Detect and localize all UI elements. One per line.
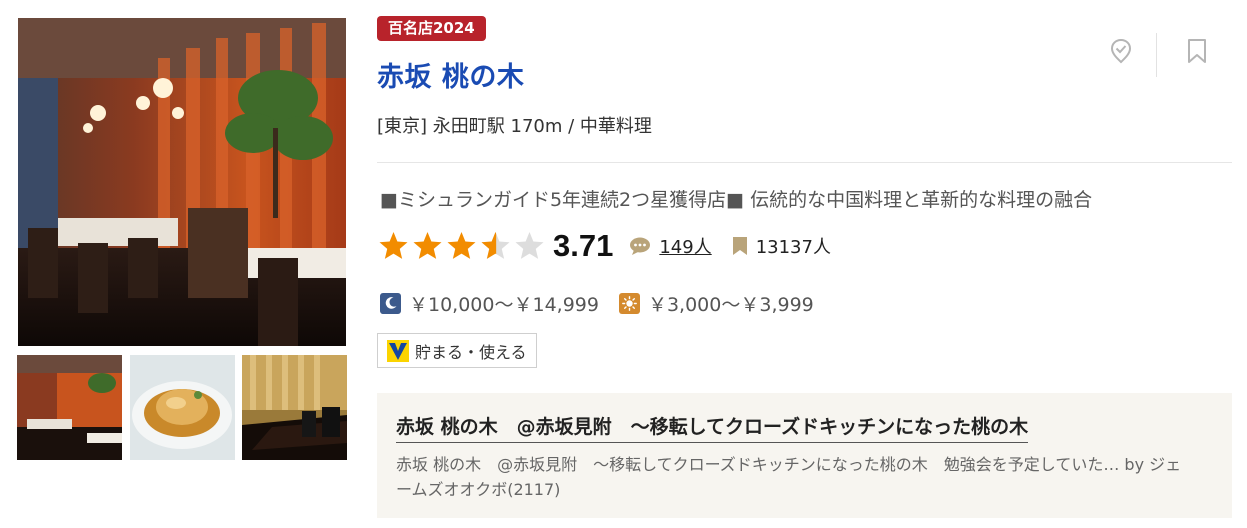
review-title-link[interactable]: 赤坂 桃の木 @赤坂見附 ～移転してクローズドキッチンになった桃の木 [396, 412, 1029, 443]
v-point-logo [387, 339, 409, 362]
v-point-label: 貯まる・使える [415, 342, 527, 362]
star-full-icon [413, 232, 442, 259]
visited-button[interactable] [1106, 36, 1136, 66]
hyakumeiten-badge[interactable]: 百名店2024 [377, 16, 486, 41]
restaurant-pr-text: ■ミシュランガイド5年連続2つ星獲得店■ 伝統的な中国料理と革新的な料理の融合 [380, 189, 1093, 211]
moon-icon [380, 292, 401, 314]
star-full-icon [379, 232, 408, 259]
bookmark-icon [1188, 39, 1206, 63]
speech-bubble-icon [629, 236, 651, 256]
budget-row: ￥10,000～￥14,999 ￥3,000～￥3,999 [380, 290, 814, 316]
rating-score: 3.71 [553, 228, 614, 263]
star-empty-icon [515, 232, 544, 259]
thumbnail-private-room[interactable] [242, 355, 347, 460]
thumbnail-interior-photo [17, 355, 122, 460]
divider [377, 162, 1232, 163]
main-photo[interactable] [18, 18, 346, 346]
review-excerpt: 赤坂 桃の木 @赤坂見附 ～移転してクローズドキッチンになった桃の木 勉強会を予… [396, 452, 1196, 502]
action-buttons [1098, 30, 1228, 77]
restaurant-area-genre: [東京] 永田町駅 170m / 中華料理 [377, 116, 652, 137]
v-point-badge[interactable]: 貯まる・使える [377, 333, 537, 368]
thumbnail-dish[interactable] [130, 355, 235, 460]
action-divider [1156, 33, 1157, 77]
star-half-icon [481, 232, 510, 259]
bookmark-count-icon [732, 236, 748, 256]
review-excerpt-text: 赤坂 桃の木 @赤坂見附 ～移転してクローズドキッチンになった桃の木 勉強会を予… [396, 455, 1120, 474]
rating-row: 3.71 149人 13137人 [377, 227, 831, 265]
thumbnail-dish-photo [130, 355, 235, 460]
visited-check-icon [1110, 38, 1132, 64]
save-button[interactable] [1182, 36, 1212, 66]
bookmark-count: 13137人 [755, 237, 831, 258]
star-full-icon [447, 232, 476, 259]
dinner-budget: ￥10,000～￥14,999 [409, 293, 599, 316]
review-count-link[interactable]: 149人 [659, 233, 711, 259]
restaurant-name[interactable]: 赤坂 桃の木 [377, 55, 524, 94]
thumbnail-private-room-photo [242, 355, 347, 460]
sun-icon [618, 292, 640, 314]
restaurant-interior-photo [18, 18, 346, 346]
featured-review: 赤坂 桃の木 @赤坂見附 ～移転してクローズドキッチンになった桃の木 赤坂 桃の… [377, 393, 1232, 518]
rating-stars [377, 230, 547, 262]
lunch-budget: ￥3,000～￥3,999 [647, 293, 814, 316]
thumbnail-interior[interactable] [17, 355, 122, 460]
